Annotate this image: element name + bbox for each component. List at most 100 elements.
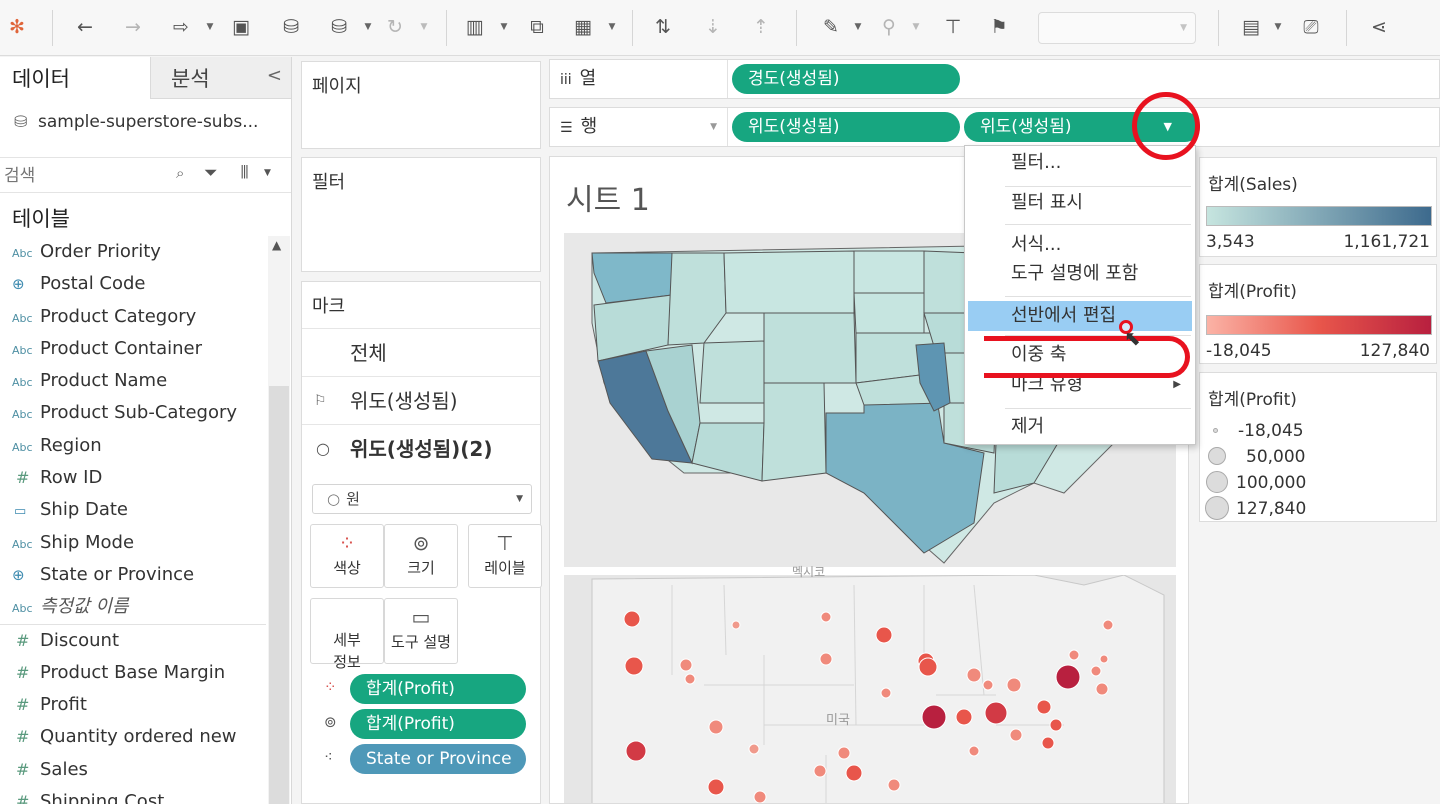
detail-button[interactable]: 세부 정보 [310, 598, 384, 671]
profit-circle-mark[interactable] [748, 743, 760, 755]
profit-circle-mark[interactable] [968, 745, 980, 757]
replay-caret-icon[interactable]: ▼ [204, 14, 216, 40]
show-me-caret-icon[interactable]: ▼ [1272, 14, 1284, 40]
profit-circle-mark[interactable] [984, 701, 1008, 725]
redo-icon[interactable]: → [120, 14, 146, 40]
profit-circle-mark[interactable] [921, 704, 947, 730]
datasource-item[interactable]: ⛁ sample-superstore-subs... [14, 107, 284, 137]
profit-circle-mark[interactable] [845, 764, 863, 782]
profit-circle-mark[interactable] [1006, 677, 1022, 693]
field-item[interactable]: ⊕ State or Province [0, 559, 266, 591]
menu-item-show-filter[interactable]: 필터 표시 [965, 188, 1195, 218]
pause-update-icon[interactable]: ⛁ [326, 14, 352, 40]
group-icon[interactable]: ⚲ [876, 14, 902, 40]
rows-caret-icon[interactable]: ▼ [710, 108, 717, 146]
menu-item-format[interactable]: 서식... [965, 230, 1195, 260]
label-button[interactable]: ⊤ 레이블 [468, 524, 542, 588]
label-icon[interactable]: ⊤ [940, 14, 966, 40]
profit-circle-mark[interactable] [708, 719, 724, 735]
profit-circle-mark[interactable] [955, 708, 973, 726]
sort-asc-icon[interactable]: ⇣ [700, 14, 726, 40]
tooltip-button[interactable]: ▭ 도구 설명 [384, 598, 458, 664]
sales-color-legend[interactable]: 합계(Sales) 3,543 1,161,721 [1199, 157, 1437, 257]
color-button[interactable]: ⁘ 색상 [310, 524, 384, 588]
profit-circle-mark[interactable] [837, 746, 851, 760]
datasource-caret-icon[interactable]: ▼ [362, 14, 374, 40]
tableau-logo-icon[interactable]: ✻ [4, 14, 30, 40]
swap-icon[interactable]: ⇅ [650, 14, 676, 40]
profit-circle-mark[interactable] [880, 687, 892, 699]
profit-circle-mark[interactable] [1055, 664, 1081, 690]
profit-circle-mark[interactable] [707, 778, 725, 796]
field-item[interactable]: Abc Region [0, 430, 266, 462]
filter-icon[interactable]: ⏷ [204, 163, 218, 183]
mark-type-dropdown[interactable]: ○ 원 ▼ [312, 484, 532, 514]
marks-layer1-row[interactable]: ⚐ 위도(생성됨) [302, 376, 540, 424]
profit-circle-mark[interactable] [1049, 718, 1063, 732]
show-me-icon[interactable]: ▤ [1238, 14, 1264, 40]
collapse-pane-button[interactable]: < [267, 65, 282, 86]
highlight-icon[interactable]: ✎ [818, 14, 844, 40]
new-worksheet-icon[interactable]: ▥ [462, 14, 488, 40]
clear-sheet-icon[interactable]: ▦ [570, 14, 596, 40]
profit-circle-mark[interactable] [625, 740, 647, 762]
rows-shelf[interactable]: ☰ 행 ▼ 위도(생성됨) 위도(생성됨) ▼ [549, 107, 1440, 147]
rows-pill-1[interactable]: 위도(생성됨) [732, 112, 960, 142]
group-caret-icon[interactable]: ▼ [910, 14, 922, 40]
measure-item[interactable]: # Product Base Margin [0, 657, 266, 689]
sheet-title[interactable]: 시트 1 [566, 175, 650, 219]
fit-dropdown[interactable]: ▼ [1038, 12, 1196, 44]
scroll-thumb[interactable] [269, 386, 289, 804]
profit-size-legend[interactable]: 합계(Profit) -18,045 50,000 100,000 127,84… [1199, 372, 1437, 522]
columns-pill[interactable]: 경도(생성됨) [732, 64, 960, 94]
profit-circle-mark[interactable] [820, 611, 832, 623]
duplicate-icon[interactable]: ⧉ [524, 14, 550, 40]
field-item[interactable]: Abc Product Name [0, 365, 266, 397]
profit-circle-mark[interactable] [731, 620, 741, 630]
measure-item[interactable]: # Profit [0, 689, 266, 721]
view-options-caret-icon[interactable]: ▼ [264, 168, 271, 178]
profit-circle-mark[interactable] [875, 626, 893, 644]
profit-circle-mark[interactable] [753, 790, 767, 803]
highlight-caret-icon[interactable]: ▼ [852, 14, 864, 40]
profit-circle-mark[interactable] [819, 652, 833, 666]
profit-circle-mark[interactable] [966, 667, 982, 683]
profit-circle-mark[interactable] [982, 679, 994, 691]
menu-item-edit-in-shelf[interactable]: 선반에서 편집 [968, 301, 1192, 331]
scroll-up-icon[interactable]: ▲ [272, 238, 281, 252]
profit-circle-mark[interactable] [1036, 699, 1052, 715]
refresh-caret-icon[interactable]: ▼ [418, 14, 430, 40]
pages-card[interactable]: 페이지 [301, 61, 541, 149]
field-item[interactable]: Abc Order Priority [0, 236, 266, 268]
field-item[interactable]: ▭ Ship Date [0, 494, 266, 526]
size-button[interactable]: ⊚ 크기 [384, 524, 458, 588]
field-item[interactable]: Abc Ship Mode [0, 527, 266, 559]
undo-icon[interactable]: ← [72, 14, 98, 40]
profit-circle-mark[interactable] [624, 656, 644, 676]
tab-data[interactable]: 데이터 [0, 57, 150, 99]
field-item[interactable]: Abc 측정값 이름 [0, 591, 266, 623]
new-datasource-icon[interactable]: ⛁ [278, 14, 304, 40]
field-list-scrollbar[interactable]: ▲ [268, 236, 290, 804]
menu-item-include-in-tooltip[interactable]: 도구 설명에 포함 [965, 259, 1195, 289]
detail-pill[interactable]: State or Province [350, 744, 526, 774]
measure-item[interactable]: # Quantity ordered new [0, 721, 266, 753]
menu-item-remove[interactable]: 제거 [965, 412, 1195, 442]
field-item[interactable]: Abc Product Sub-Category [0, 397, 266, 429]
marks-all-row[interactable]: 전체 [302, 328, 540, 376]
replay-icon[interactable]: ⇨ [168, 14, 194, 40]
share-icon[interactable]: ⋖ [1366, 14, 1392, 40]
symbol-map[interactable]: 미국 [564, 575, 1176, 803]
search-icon[interactable]: ⌕ [176, 164, 184, 182]
profit-circle-mark[interactable] [1099, 654, 1109, 664]
sort-desc-icon[interactable]: ⇡ [748, 14, 774, 40]
measure-item[interactable]: # Discount [0, 625, 266, 657]
size-pill[interactable]: 합계(Profit) [350, 709, 526, 739]
profit-circle-mark[interactable] [918, 657, 938, 677]
profit-circle-mark[interactable] [1095, 682, 1109, 696]
field-item[interactable]: # Row ID [0, 462, 266, 494]
color-pill[interactable]: 합계(Profit) [350, 674, 526, 704]
view-options-icon[interactable]: ||| [240, 164, 249, 179]
presentation-icon[interactable]: ⎚ [1298, 14, 1324, 40]
profit-circle-mark[interactable] [1041, 736, 1055, 750]
